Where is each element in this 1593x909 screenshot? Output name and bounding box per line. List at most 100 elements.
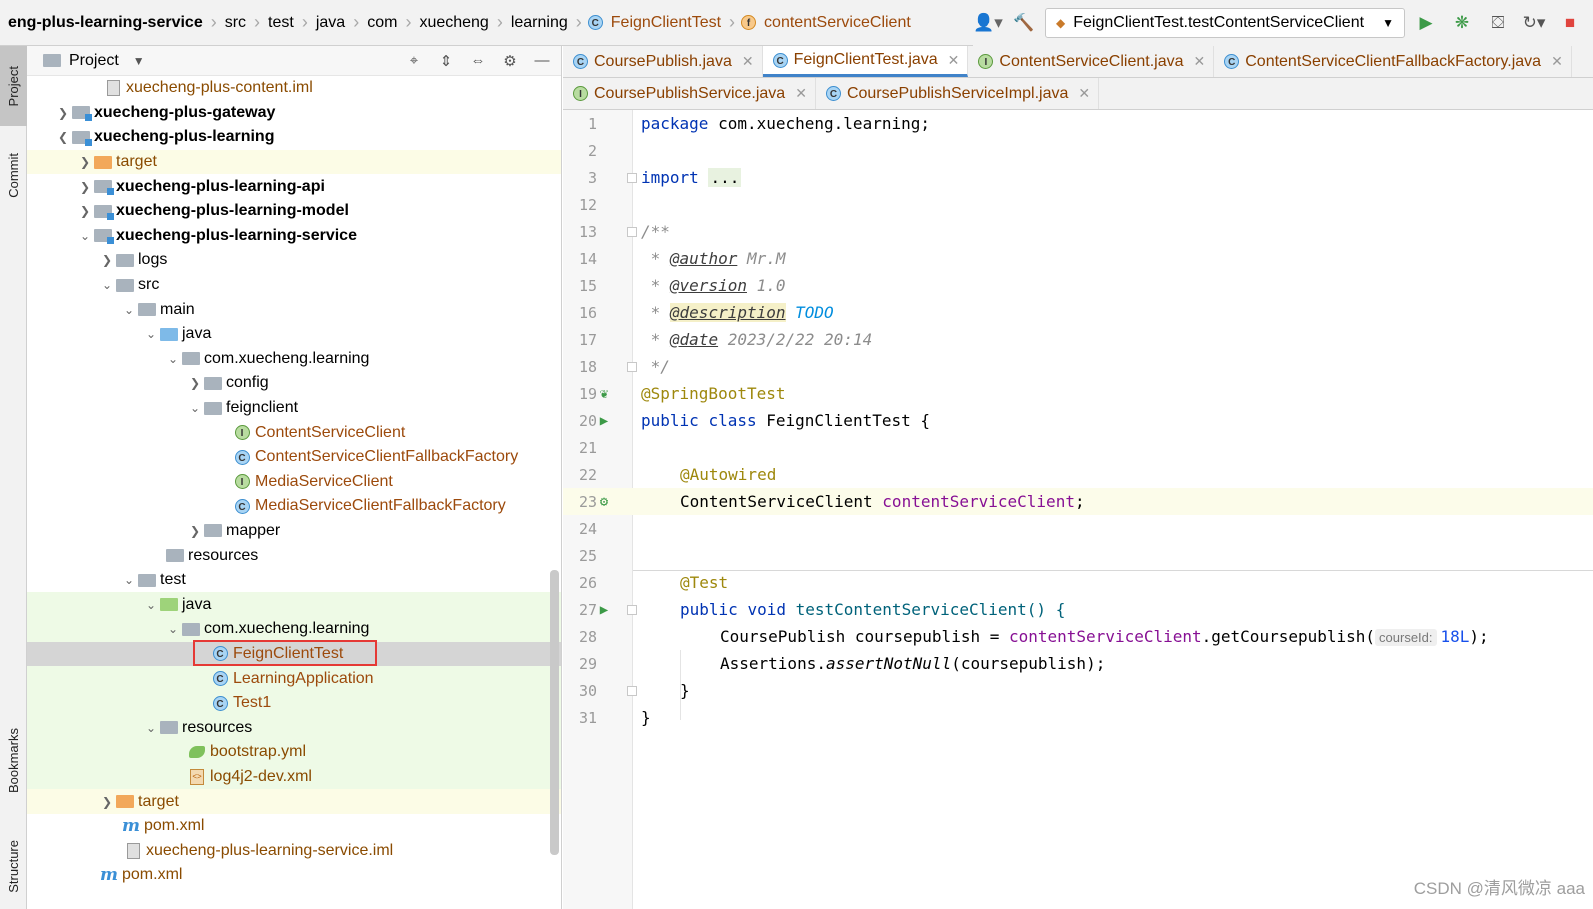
locate-icon[interactable]: ⌖ xyxy=(403,50,425,72)
code-line[interactable]: 26 @Test xyxy=(563,569,1593,596)
breadcrumb-item[interactable]: com xyxy=(359,0,405,45)
tree-item[interactable]: ❯ config xyxy=(27,371,561,396)
tree-item[interactable]: ⌄ java xyxy=(27,592,561,618)
scrollbar[interactable] xyxy=(550,570,559,855)
code-line[interactable]: 14 * @author Mr.M xyxy=(563,245,1593,272)
close-icon[interactable]: ✕ xyxy=(742,53,754,70)
structure-tool-tab[interactable]: Structure xyxy=(0,826,27,906)
code-line[interactable]: 31 } xyxy=(563,704,1593,731)
code-line[interactable]: 27 ▶ public void testContentServiceClien… xyxy=(563,596,1593,623)
code-line[interactable]: 2 xyxy=(563,137,1593,164)
tree-item[interactable]: xuecheng-plus-learning-service.iml xyxy=(27,838,561,863)
tree-item[interactable]: I MediaServiceClient xyxy=(27,470,561,495)
expand-all-icon[interactable]: ⇕ xyxy=(435,50,457,72)
tree-item[interactable]: ⌄ test xyxy=(27,568,561,593)
code-line[interactable]: 20 ▶ public class FeignClientTest { xyxy=(563,407,1593,434)
tree-item[interactable]: C LearningApplication xyxy=(27,666,561,691)
tree-item[interactable]: ❯ xuecheng-plus-learning-api xyxy=(27,174,561,199)
run-configuration-selector[interactable]: ◆ FeignClientTest.testContentServiceClie… xyxy=(1045,8,1405,38)
close-icon[interactable]: ✕ xyxy=(1194,53,1206,70)
commit-tool-tab[interactable]: Commit xyxy=(0,138,27,213)
close-icon[interactable]: ✕ xyxy=(948,52,960,69)
code-line[interactable]: 16 * @description TODO xyxy=(563,299,1593,326)
tree-item[interactable]: ⌄ feignclient xyxy=(27,396,561,421)
build-hammer-icon[interactable]: 🔨 xyxy=(1009,8,1039,38)
code-line[interactable]: 12 xyxy=(563,191,1593,218)
code-line[interactable]: 21 xyxy=(563,434,1593,461)
tab-coursepublishservice[interactable]: I CoursePublishService.java ✕ xyxy=(563,78,816,109)
fold-marker[interactable] xyxy=(627,172,637,183)
chevron-right-icon[interactable]: ❯ xyxy=(55,106,71,120)
project-view-selector[interactable]: Project xyxy=(69,52,119,70)
code-line[interactable]: 24 xyxy=(563,515,1593,542)
run-test-icon[interactable]: ▶ xyxy=(595,602,613,618)
breadcrumb-item[interactable]: xuecheng xyxy=(411,0,496,45)
tree-item[interactable]: C MediaServiceClientFallbackFactory xyxy=(27,494,561,519)
code-line-current[interactable]: 23 ⚙ ContentServiceClient contentService… xyxy=(563,488,1593,515)
breadcrumb-item[interactable]: test xyxy=(260,0,302,45)
tree-item[interactable]: ❯ mapper xyxy=(27,519,561,544)
breadcrumb-item[interactable]: src xyxy=(217,0,254,45)
chevron-down-icon[interactable]: ⌄ xyxy=(99,278,115,292)
code-line[interactable]: 17 * @date 2023/2/22 20:14 xyxy=(563,326,1593,353)
profile-icon[interactable]: ↻▾ xyxy=(1519,8,1549,38)
run-icon[interactable]: ▶ xyxy=(1411,8,1441,38)
hide-icon[interactable]: — xyxy=(531,50,553,72)
project-tool-tab[interactable]: Project xyxy=(0,46,27,126)
tree-item[interactable]: <> log4j2-dev.xml xyxy=(27,764,561,790)
debug-bug-icon[interactable]: ❋ xyxy=(1447,8,1477,38)
fold-marker[interactable] xyxy=(627,361,637,372)
tab-coursepublish[interactable]: C CoursePublish.java ✕ xyxy=(563,46,763,77)
tab-coursepublishserviceimpl[interactable]: C CoursePublishServiceImpl.java ✕ xyxy=(816,78,1100,109)
breadcrumb-item[interactable]: java xyxy=(308,0,353,45)
close-icon[interactable]: ✕ xyxy=(1078,85,1090,102)
chevron-down-icon[interactable]: ⌄ xyxy=(165,352,181,366)
chevron-right-icon[interactable]: ❯ xyxy=(187,524,203,538)
code-line[interactable]: 3 import ... xyxy=(563,164,1593,191)
chevron-down-icon[interactable]: ❮ xyxy=(55,130,71,144)
tree-item[interactable]: bootstrap.yml xyxy=(27,740,561,765)
breadcrumb-item[interactable]: learning xyxy=(503,0,576,45)
chevron-down-icon[interactable]: ⌄ xyxy=(121,303,137,317)
code-line[interactable]: 19 ❦ @SpringBootTest xyxy=(563,380,1593,407)
tree-item[interactable]: ⌄ resources xyxy=(27,715,561,741)
close-icon[interactable]: ✕ xyxy=(795,85,807,102)
breadcrumb-item-field[interactable]: f contentServiceClient xyxy=(735,0,919,45)
chevron-right-icon[interactable]: ❯ xyxy=(187,376,203,390)
chevron-down-icon[interactable]: ⌄ xyxy=(143,598,159,612)
tree-item[interactable]: m pom.xml xyxy=(27,863,561,888)
tree-item[interactable]: ❮ xuecheng-plus-learning xyxy=(27,125,561,150)
chevron-down-icon[interactable]: ⌄ xyxy=(77,229,93,243)
chevron-down-icon[interactable]: ⌄ xyxy=(121,573,137,587)
gear-icon[interactable]: ⚙ xyxy=(499,50,521,72)
tree-item[interactable]: ⌄ xuecheng-plus-learning-service xyxy=(27,224,561,249)
tree-item[interactable]: ❯ xuecheng-plus-learning-model xyxy=(27,199,561,224)
tree-item[interactable]: ⌄ com.xuecheng.learning xyxy=(27,347,561,372)
code-line[interactable]: 1 package com.xuecheng.learning; xyxy=(563,110,1593,137)
bookmarks-tool-tab[interactable]: Bookmarks xyxy=(0,711,27,811)
fold-marker[interactable] xyxy=(627,226,637,237)
tree-item[interactable]: ❯ target xyxy=(27,789,561,814)
chevron-right-icon[interactable]: ❯ xyxy=(77,204,93,218)
chevron-down-icon[interactable]: ▼ xyxy=(133,54,145,68)
stop-icon[interactable]: ■ xyxy=(1555,8,1585,38)
spring-leaf-icon[interactable]: ❦ xyxy=(595,386,613,402)
breadcrumb-item[interactable]: eng-plus-learning-service xyxy=(0,0,211,45)
tab-feignclienttest[interactable]: C FeignClientTest.java ✕ xyxy=(762,46,969,77)
bean-navigation-icon[interactable]: ⚙ xyxy=(595,494,613,510)
tree-item[interactable]: ⌄ main xyxy=(27,297,561,322)
chevron-right-icon[interactable]: ❯ xyxy=(99,795,115,809)
code-line[interactable]: 22 @Autowired xyxy=(563,461,1593,488)
tree-item[interactable]: I ContentServiceClient xyxy=(27,420,561,445)
tree-item[interactable]: m pom.xml xyxy=(27,814,561,839)
tree-item[interactable]: ❯ target xyxy=(27,149,561,175)
tree-item[interactable]: ❯ xuecheng-plus-gateway xyxy=(27,101,561,126)
chevron-down-icon[interactable]: ⌄ xyxy=(187,401,203,415)
code-editor[interactable]: 1 package com.xuecheng.learning; 2 3 imp… xyxy=(563,110,1593,909)
code-line[interactable]: 29 Assertions.assertNotNull(coursepublis… xyxy=(563,650,1593,677)
close-icon[interactable]: ✕ xyxy=(1551,53,1563,70)
chevron-down-icon[interactable]: ⌄ xyxy=(143,327,159,341)
run-test-icon[interactable]: ▶ xyxy=(595,413,613,429)
coverage-icon[interactable]: ⛋ xyxy=(1483,8,1513,38)
chevron-down-icon[interactable]: ⌄ xyxy=(165,622,181,636)
